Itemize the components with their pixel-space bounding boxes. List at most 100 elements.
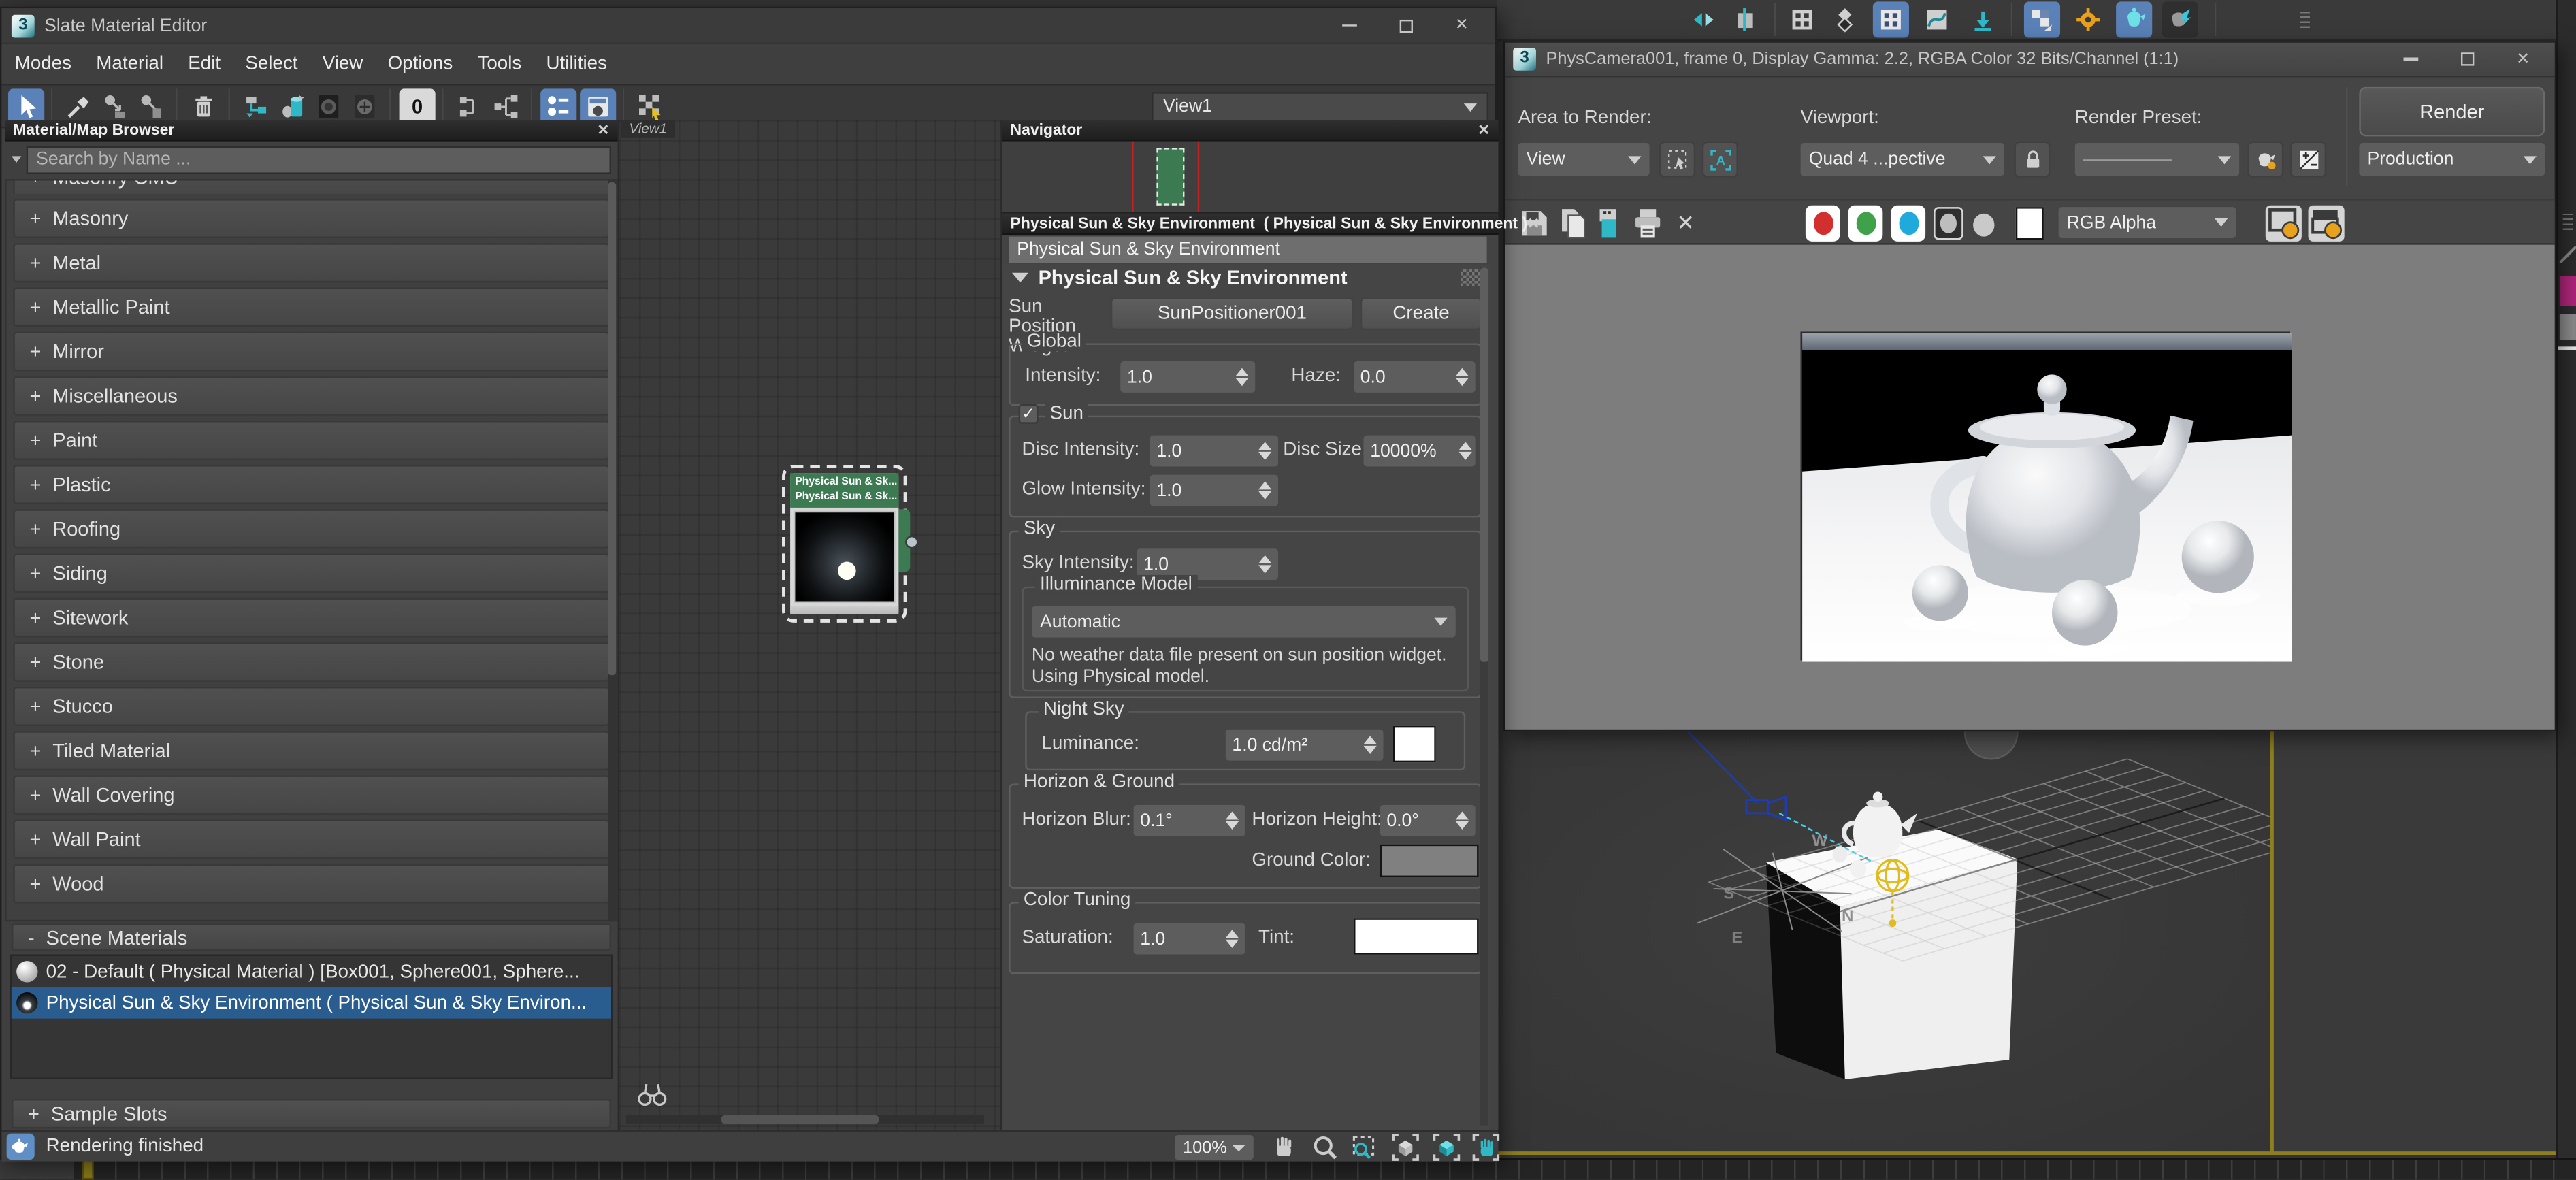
monochrome-button[interactable]: [1973, 214, 1994, 237]
parameter-scrollbar[interactable]: [1480, 267, 1488, 1125]
search-options-icon[interactable]: [12, 156, 21, 163]
node-header[interactable]: Physical Sun & Sk... Physical Sun & Sk..…: [790, 473, 898, 508]
close-icon[interactable]: [1455, 16, 1469, 35]
clear-image-icon[interactable]: [1669, 206, 1702, 242]
menu-item[interactable]: Select: [245, 54, 297, 74]
auto-region-icon[interactable]: A: [1702, 142, 1738, 178]
copy-image-icon[interactable]: [1556, 206, 1588, 242]
area-to-render-combo[interactable]: View: [1518, 143, 1649, 176]
clipped-list-item[interactable]: +Masonry CMU: [7, 181, 617, 194]
menu-item[interactable]: Material: [96, 54, 163, 74]
parameter-editor-header[interactable]: Physical Sun & Sky Environment ( Physica…: [1002, 214, 1498, 235]
spinner[interactable]: [1258, 442, 1271, 460]
gamma-adjust-icon[interactable]: [2290, 142, 2326, 178]
haze-field[interactable]: 0.0: [1354, 361, 1476, 393]
menu-item[interactable]: Modes: [15, 54, 71, 74]
zoom-region-icon[interactable]: [1350, 1134, 1378, 1162]
rollout-header[interactable]: Physical Sun & Sky Environment: [1002, 265, 1490, 291]
viewcube[interactable]: [1965, 731, 2017, 759]
material-category-item[interactable]: +Miscellaneous: [13, 376, 609, 416]
channel-display-combo[interactable]: RGB Alpha: [2059, 207, 2236, 238]
minimize-icon[interactable]: [2403, 58, 2418, 61]
spinner[interactable]: [1235, 368, 1248, 387]
menu-item[interactable]: Options: [388, 54, 453, 74]
blue-channel-button[interactable]: [1891, 206, 1925, 242]
curve-editor-icon[interactable]: [1919, 1, 1955, 37]
zoom-extents-selected-icon[interactable]: [1433, 1134, 1461, 1162]
material-category-item[interactable]: +Roofing: [13, 509, 609, 548]
layer-explorer-icon[interactable]: [1784, 1, 1821, 37]
sun-checkbox[interactable]: ✓: [1019, 404, 1039, 424]
horizon-blur-field[interactable]: 0.1°: [1134, 805, 1245, 836]
navigator-node-thumbnail[interactable]: [1156, 148, 1184, 205]
red-channel-button[interactable]: [1806, 206, 1840, 242]
manage-layers-icon[interactable]: [1873, 1, 1909, 37]
render-setup-teapot-icon[interactable]: [2247, 142, 2283, 178]
zoom-tool-icon[interactable]: [1311, 1134, 1339, 1162]
edit-region-icon[interactable]: [1659, 142, 1695, 178]
ground-color-swatch[interactable]: [1380, 845, 1479, 877]
render-settings-gear-icon[interactable]: [2070, 1, 2106, 37]
mirror-icon[interactable]: [1686, 1, 1722, 37]
browser-header[interactable]: Material/Map Browser: [5, 120, 617, 141]
intensity-field[interactable]: 1.0: [1120, 361, 1255, 393]
search-input[interactable]: [27, 146, 611, 174]
maximize-icon[interactable]: [1399, 19, 1412, 32]
box-object[interactable]: [1766, 830, 2017, 1079]
material-category-item[interactable]: +Sitework: [13, 598, 609, 638]
glow-intensity-field[interactable]: 1.0: [1150, 475, 1278, 506]
close-panel-icon[interactable]: [597, 120, 609, 139]
render-production-icon[interactable]: [2162, 1, 2198, 37]
zoom-level-combo[interactable]: 100%: [1175, 1135, 1254, 1160]
spinner[interactable]: [1459, 442, 1472, 460]
scrollbar-thumb[interactable]: [721, 1115, 879, 1124]
disc-intensity-field[interactable]: 1.0: [1150, 436, 1278, 467]
spinner[interactable]: [1456, 811, 1469, 830]
menu-item[interactable]: Utilities: [547, 54, 607, 74]
menu-item[interactable]: Edit: [188, 54, 221, 74]
create-button[interactable]: Create: [1360, 297, 1482, 330]
menu-item[interactable]: Tools: [477, 54, 521, 74]
viewport-secondary-pane[interactable]: [2274, 731, 2556, 1151]
material-category-item[interactable]: +Stone: [13, 642, 609, 682]
scene-material-row-selected[interactable]: Physical Sun & Sky Environment ( Physica…: [12, 987, 611, 1019]
scene-explorer-icon[interactable]: [1827, 1, 1863, 37]
spinner[interactable]: [1226, 811, 1239, 830]
material-category-item[interactable]: +Plastic: [13, 465, 609, 504]
horizon-height-field[interactable]: 0.0°: [1380, 805, 1476, 836]
scene-materials-header[interactable]: -Scene Materials: [5, 923, 617, 951]
navigator-header[interactable]: Navigator: [1002, 120, 1498, 141]
browser-scrollbar[interactable]: [608, 179, 616, 921]
close-panel-icon[interactable]: [1478, 120, 1490, 139]
render-preset-combo[interactable]: [2075, 143, 2239, 176]
physcamera-object[interactable]: [1687, 731, 1873, 862]
minimize-icon[interactable]: [1341, 24, 1356, 27]
pan-tool-icon[interactable]: [1270, 1134, 1298, 1162]
render-button[interactable]: Render: [2359, 87, 2545, 136]
me-titlebar[interactable]: 3 Slate Material Editor: [1, 8, 1495, 44]
material-category-item[interactable]: +Mirror: [13, 332, 609, 372]
material-node[interactable]: Physical Sun & Sk... Physical Sun & Sk..…: [790, 473, 898, 614]
view-selector-combo[interactable]: View1: [1152, 92, 1488, 121]
render-setup-icon[interactable]: [2024, 1, 2060, 37]
spinner[interactable]: [1258, 481, 1271, 499]
find-binoculars-icon[interactable]: [636, 1079, 668, 1109]
material-category-item[interactable]: +Wall Covering: [13, 775, 609, 815]
material-editor-icon[interactable]: [1965, 1, 2001, 37]
material-category-item[interactable]: +Stucco: [13, 687, 609, 726]
material-category-item[interactable]: +Paint: [13, 421, 609, 460]
pan-to-selected-icon[interactable]: [1472, 1134, 1500, 1162]
maximize-icon[interactable]: [2460, 52, 2473, 65]
material-name-field[interactable]: Physical Sun & Sky Environment: [1009, 237, 1486, 263]
tint-color-swatch[interactable]: [1354, 918, 1478, 954]
green-channel-button[interactable]: [1848, 206, 1883, 242]
background-color-swatch[interactable]: [2016, 207, 2044, 240]
close-panel-icon[interactable]: [1527, 214, 1539, 233]
panel-grip[interactable]: [2563, 214, 2573, 230]
saturation-field[interactable]: 1.0: [1134, 923, 1245, 955]
close-icon[interactable]: [2516, 50, 2530, 69]
illuminance-model-combo[interactable]: Automatic: [1032, 606, 1456, 638]
node-output-socket[interactable]: [905, 536, 918, 548]
viewport-combo[interactable]: Quad 4 ...pective: [1801, 143, 2004, 176]
material-category-item[interactable]: +Masonry: [13, 199, 609, 238]
